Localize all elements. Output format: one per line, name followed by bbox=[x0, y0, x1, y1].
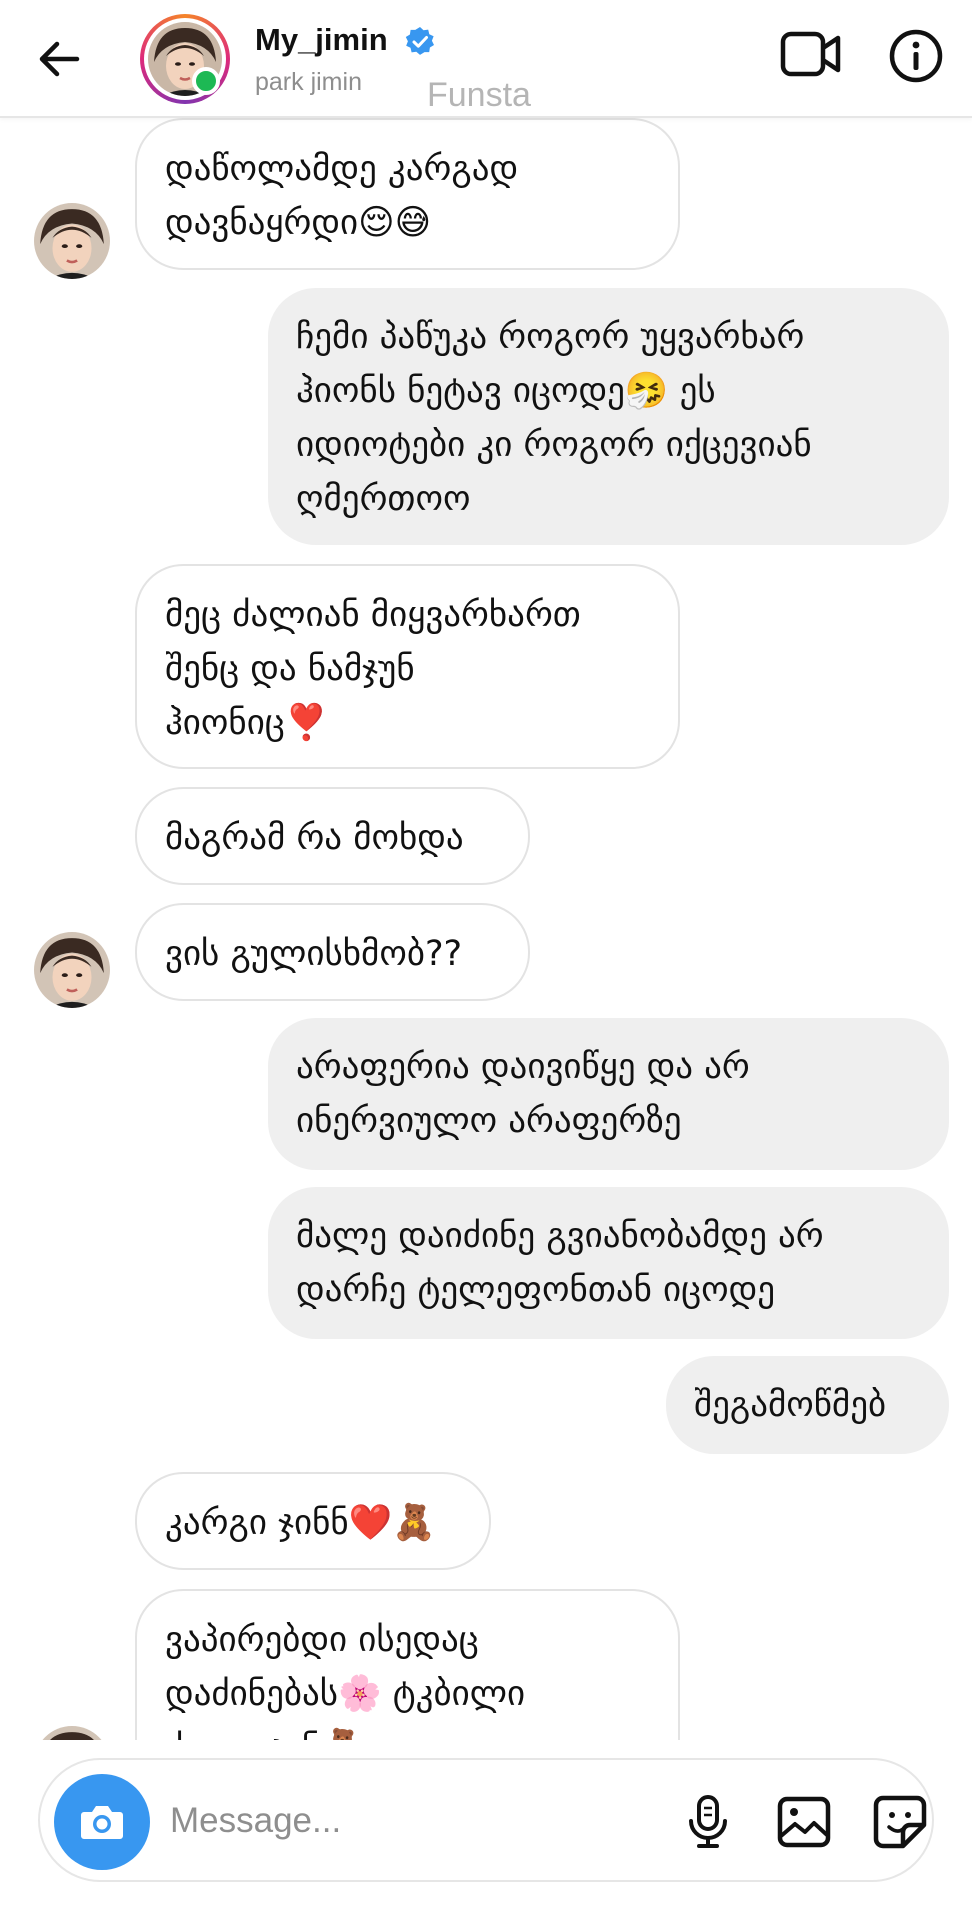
camera-button[interactable] bbox=[54, 1774, 150, 1870]
message-bubble-outgoing[interactable]: არაფერია დაივიწყე და არ ინერვიულო არაფერ… bbox=[268, 1018, 949, 1170]
back-arrow-icon bbox=[39, 41, 80, 77]
message-bubble-outgoing[interactable]: შეგამოწმებ bbox=[666, 1356, 949, 1454]
microphone-icon bbox=[689, 1795, 727, 1848]
message-list[interactable]: დაწოლამდე კარგად დავნაყრდი😌😅 ჩემი პაწუკა… bbox=[0, 118, 972, 1740]
message-input[interactable] bbox=[170, 1794, 650, 1848]
sticker-button[interactable] bbox=[870, 1792, 930, 1852]
chat-header: My_jimin park jimin Funsta bbox=[0, 0, 972, 118]
message-bubble-incoming[interactable]: მაგრამ რა მოხდა bbox=[135, 787, 530, 885]
message-bubble-outgoing[interactable]: მალე დაიძინე გვიანობამდე არ დარჩე ტელეფო… bbox=[268, 1187, 949, 1339]
gallery-button[interactable] bbox=[774, 1792, 834, 1852]
info-icon bbox=[889, 29, 943, 83]
video-call-icon bbox=[780, 31, 841, 77]
info-button[interactable] bbox=[888, 28, 944, 84]
microphone-button[interactable] bbox=[678, 1792, 738, 1852]
sticker-icon bbox=[873, 1795, 927, 1849]
verified-badge-icon bbox=[405, 27, 434, 55]
watermark-text: Funsta bbox=[427, 76, 531, 114]
profile-avatar[interactable] bbox=[140, 14, 230, 104]
message-bubble-incoming[interactable]: კარგი ჯინნ❤️🧸 bbox=[135, 1472, 491, 1570]
online-status-dot bbox=[192, 67, 220, 95]
sender-avatar[interactable] bbox=[34, 932, 110, 1008]
message-bubble-incoming[interactable]: დაწოლამდე კარგად დავნაყრდი😌😅 bbox=[135, 118, 680, 270]
message-bubble-incoming[interactable]: მეც ძალიან მიყვარხართ შენც და ნამჯუნ ჰიო… bbox=[135, 564, 680, 769]
back-button[interactable] bbox=[30, 30, 88, 88]
camera-icon bbox=[81, 1806, 123, 1839]
message-composer bbox=[38, 1758, 934, 1882]
chat-username[interactable]: My_jimin bbox=[255, 22, 388, 58]
sender-avatar[interactable] bbox=[34, 203, 110, 279]
chat-real-name: park jimin bbox=[255, 68, 362, 96]
message-bubble-outgoing[interactable]: ჩემი პაწუკა როგორ უყვარხარ ჰიონს ნეტავ ი… bbox=[268, 288, 949, 545]
video-call-button[interactable] bbox=[780, 28, 842, 80]
sender-avatar[interactable] bbox=[34, 1726, 110, 1740]
message-bubble-incoming[interactable]: ვაპირებდი ისედაც დაძინებას🌸 ტკბილი ძილი … bbox=[135, 1589, 680, 1740]
message-bubble-incoming[interactable]: ვის გულისხმობ?? bbox=[135, 903, 530, 1001]
gallery-icon bbox=[777, 1796, 831, 1848]
